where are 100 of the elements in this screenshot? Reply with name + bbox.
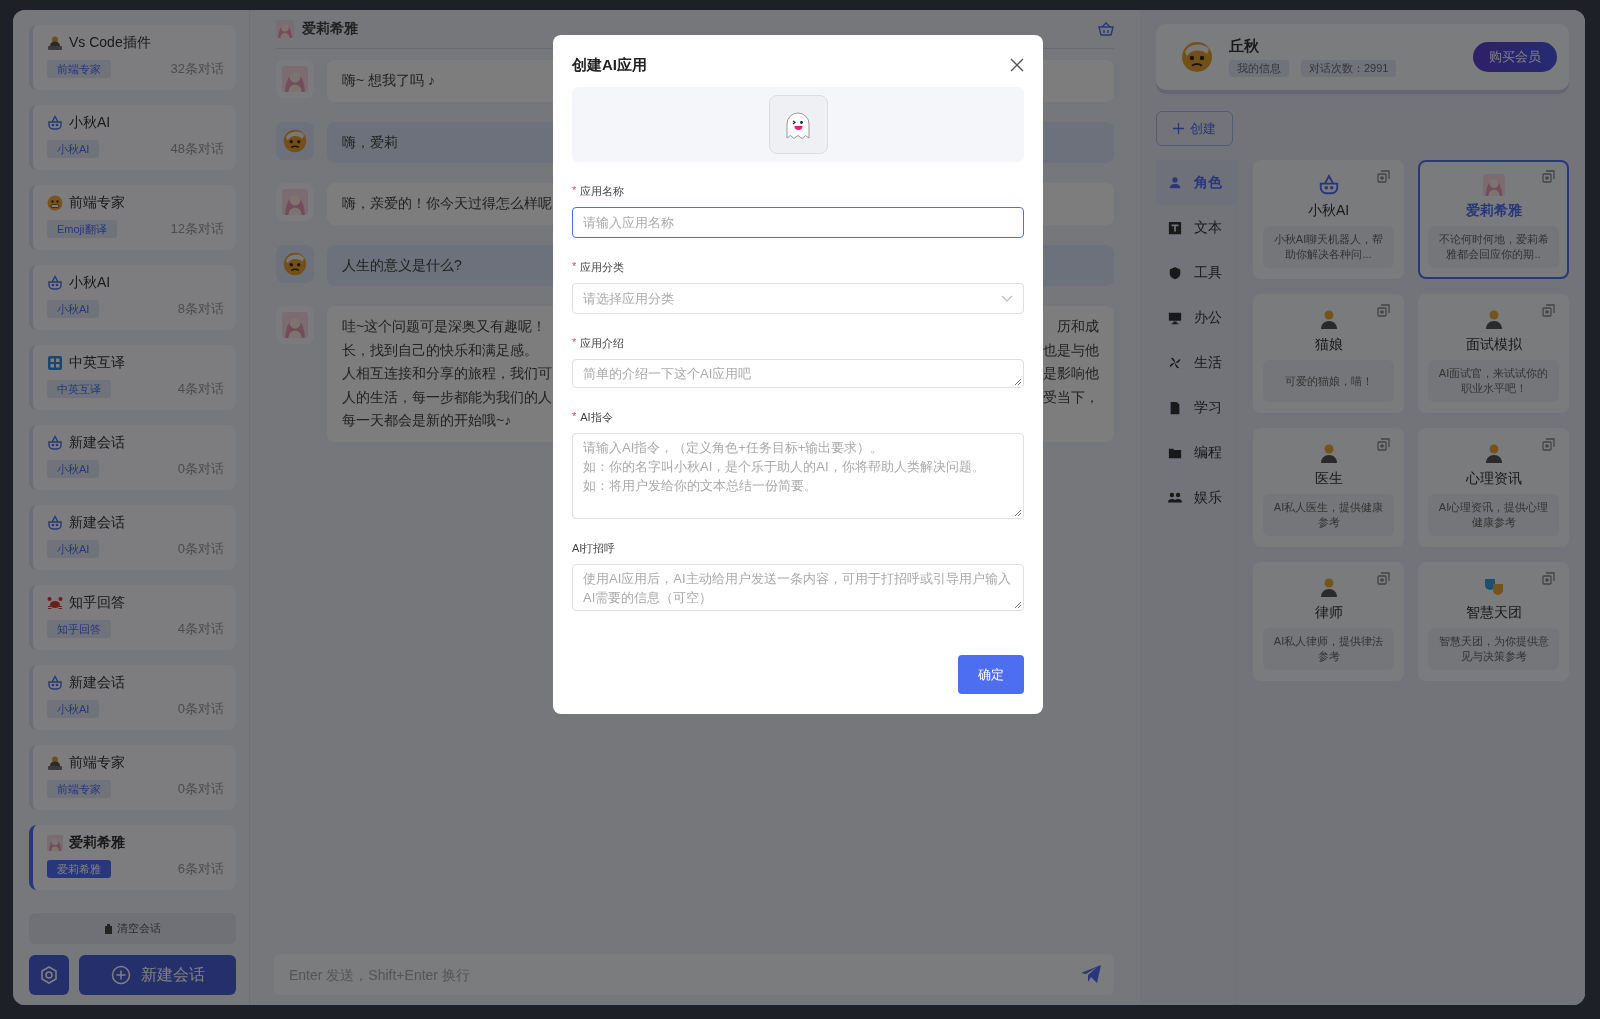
agent-description: AI私人律师，提供律法参考 <box>1263 628 1394 670</box>
emoji-face-icon <box>47 195 63 211</box>
plus-icon <box>1173 123 1184 134</box>
category-tab[interactable]: 娱乐 <box>1156 475 1236 520</box>
agent-card[interactable]: 智慧天团 智慧天团，为你提供意见与决策参考 <box>1418 562 1569 681</box>
copy-icon[interactable] <box>1542 170 1555 183</box>
settings-icon <box>39 965 59 985</box>
person-laptop-icon <box>47 35 63 51</box>
message-text: 历和成 <box>1057 317 1099 336</box>
avatar-icon <box>282 312 308 338</box>
people-icon <box>1168 490 1182 505</box>
robot-icon <box>47 675 63 691</box>
conversation-tag: 知乎回答 <box>47 620 111 638</box>
agent-name: 爱莉希雅 <box>1465 202 1522 220</box>
message-text: 是影响他 <box>1043 364 1099 383</box>
create-button[interactable]: 创建 <box>1156 111 1233 146</box>
send-icon[interactable] <box>1080 964 1102 984</box>
dialog-title: 创建AI应用 <box>572 55 647 75</box>
avatar-icon <box>1482 174 1505 196</box>
resize-handle-icon[interactable] <box>1014 601 1021 608</box>
agent-card[interactable]: 小秋AI 小秋AI聊天机器人，帮助你解决各种问... <box>1253 160 1404 279</box>
new-chat-button[interactable]: 新建会话 <box>79 955 236 995</box>
avatar-picker[interactable] <box>768 95 828 154</box>
tiles-icon <box>47 355 63 371</box>
membership-button[interactable]: 购买会员 <box>1473 42 1557 72</box>
shield-icon <box>1168 265 1182 280</box>
copy-icon[interactable] <box>1377 304 1390 317</box>
conversation-tag: 爱莉希雅 <box>47 860 111 878</box>
required-mark: * <box>572 410 577 424</box>
agent-name: 猫娘 <box>1314 336 1343 354</box>
name-field[interactable]: 请输入应用名称 <box>572 207 1024 238</box>
resize-handle-icon[interactable] <box>1014 378 1021 385</box>
field-label: AI指令 <box>580 410 613 424</box>
emoji-face-icon <box>1181 41 1213 73</box>
conversation-title: 前端专家 <box>69 754 125 772</box>
category-select[interactable]: 请选择应用分类 <box>572 283 1024 314</box>
chat-title: 爱莉希雅 <box>302 20 358 38</box>
avatar-icon <box>276 20 294 38</box>
agent-name: 医生 <box>1314 470 1343 488</box>
conversation-title: Vs Code插件 <box>69 34 151 52</box>
robot-icon <box>47 275 63 291</box>
conversation-tag: 小秋AI <box>47 540 100 558</box>
agent-description: AI面试官，来试试你的职业水平吧！ <box>1428 360 1559 402</box>
conversation-title: 小秋AI <box>69 274 111 292</box>
document-icon <box>1168 400 1182 415</box>
message-text: 哇~这个问题可是深奥又有趣呢！ <box>342 317 547 336</box>
robot-icon <box>47 115 63 131</box>
conversation-tag: 前端专家 <box>47 780 111 798</box>
select-placeholder: 请选择应用分类 <box>583 290 674 308</box>
copy-icon[interactable] <box>1542 572 1555 585</box>
conversation-tag: 中英互译 <box>47 380 111 398</box>
conversation-title: 中英互译 <box>69 354 125 372</box>
required-mark: * <box>572 260 577 274</box>
message-text: 受当下， <box>1043 387 1099 407</box>
conversation-title: 新建会话 <box>69 674 125 692</box>
conversation-tag: 前端专家 <box>47 60 111 78</box>
agent-card[interactable]: 律师 AI私人律师，提供律法参考 <box>1253 562 1404 681</box>
settings-button[interactable] <box>29 955 69 995</box>
monitor-icon <box>1168 310 1182 325</box>
copy-icon[interactable] <box>1377 438 1390 451</box>
message-text: 人相互连接和分享的旅程，我们可 <box>342 364 552 383</box>
copy-icon[interactable] <box>1542 304 1555 317</box>
category-tab[interactable]: 编程 <box>1156 430 1236 475</box>
message-text: 长，找到自己的快乐和满足感。 <box>342 340 538 360</box>
copy-icon[interactable] <box>1377 170 1390 183</box>
agent-card[interactable]: 心理资讯 AI心理资讯，提供心理健康参考 <box>1418 428 1569 547</box>
message-text: 人生的意义是什么? <box>342 255 462 275</box>
basket-icon[interactable] <box>1098 22 1114 36</box>
agent-card[interactable]: 医生 AI私人医生，提供健康参考 <box>1253 428 1404 547</box>
agent-description: 不论何时何地，爱莉希雅都会回应你的期.. <box>1428 226 1559 268</box>
conversation-tag: Emoji翻译 <box>47 220 117 238</box>
emoji-face-icon <box>283 251 307 276</box>
message-text: 每一天都会是新的开始哦~♪ <box>342 411 512 430</box>
agent-name: 律师 <box>1314 604 1343 622</box>
agent-card[interactable]: 面试模拟 AI面试官，来试试你的职业水平吧！ <box>1418 294 1569 413</box>
agent-description: AI心理资讯，提供心理健康参考 <box>1428 494 1559 536</box>
category-tab[interactable]: 办公 <box>1156 295 1236 340</box>
confirm-button[interactable]: 确定 <box>958 655 1024 694</box>
agent-name: 心理资讯 <box>1465 470 1522 488</box>
category-tab[interactable]: 文本 <box>1156 205 1236 250</box>
plus-circle-icon <box>110 965 131 985</box>
category-tab[interactable]: 角色 <box>1156 160 1236 205</box>
agent-card[interactable]: 爱莉希雅 不论何时何地，爱莉希雅都会回应你的期.. <box>1418 160 1569 279</box>
field-label: AI打招呼 <box>572 541 616 555</box>
category-tab[interactable]: 学习 <box>1156 385 1236 430</box>
category-tab[interactable]: 工具 <box>1156 250 1236 295</box>
message-text: 嗨，爱莉 <box>342 132 398 152</box>
message-text: 嗨，亲爱的！你今天过得怎么样呢 <box>342 194 552 213</box>
close-icon[interactable] <box>1010 58 1024 72</box>
conversation-title: 爱莉希雅 <box>69 834 125 852</box>
conversation-title: 新建会话 <box>69 514 125 532</box>
required-mark: * <box>572 336 577 350</box>
resize-handle-icon[interactable] <box>1014 509 1021 516</box>
agent-description: 智慧天团，为你提供意见与决策参考 <box>1428 628 1559 670</box>
copy-icon[interactable] <box>1542 438 1555 451</box>
clear-button[interactable]: 清空会话 <box>29 913 236 944</box>
trash-icon <box>104 923 113 934</box>
copy-icon[interactable] <box>1377 572 1390 585</box>
field-label: 应用分类 <box>580 260 625 274</box>
category-tab[interactable]: 生活 <box>1156 340 1236 385</box>
